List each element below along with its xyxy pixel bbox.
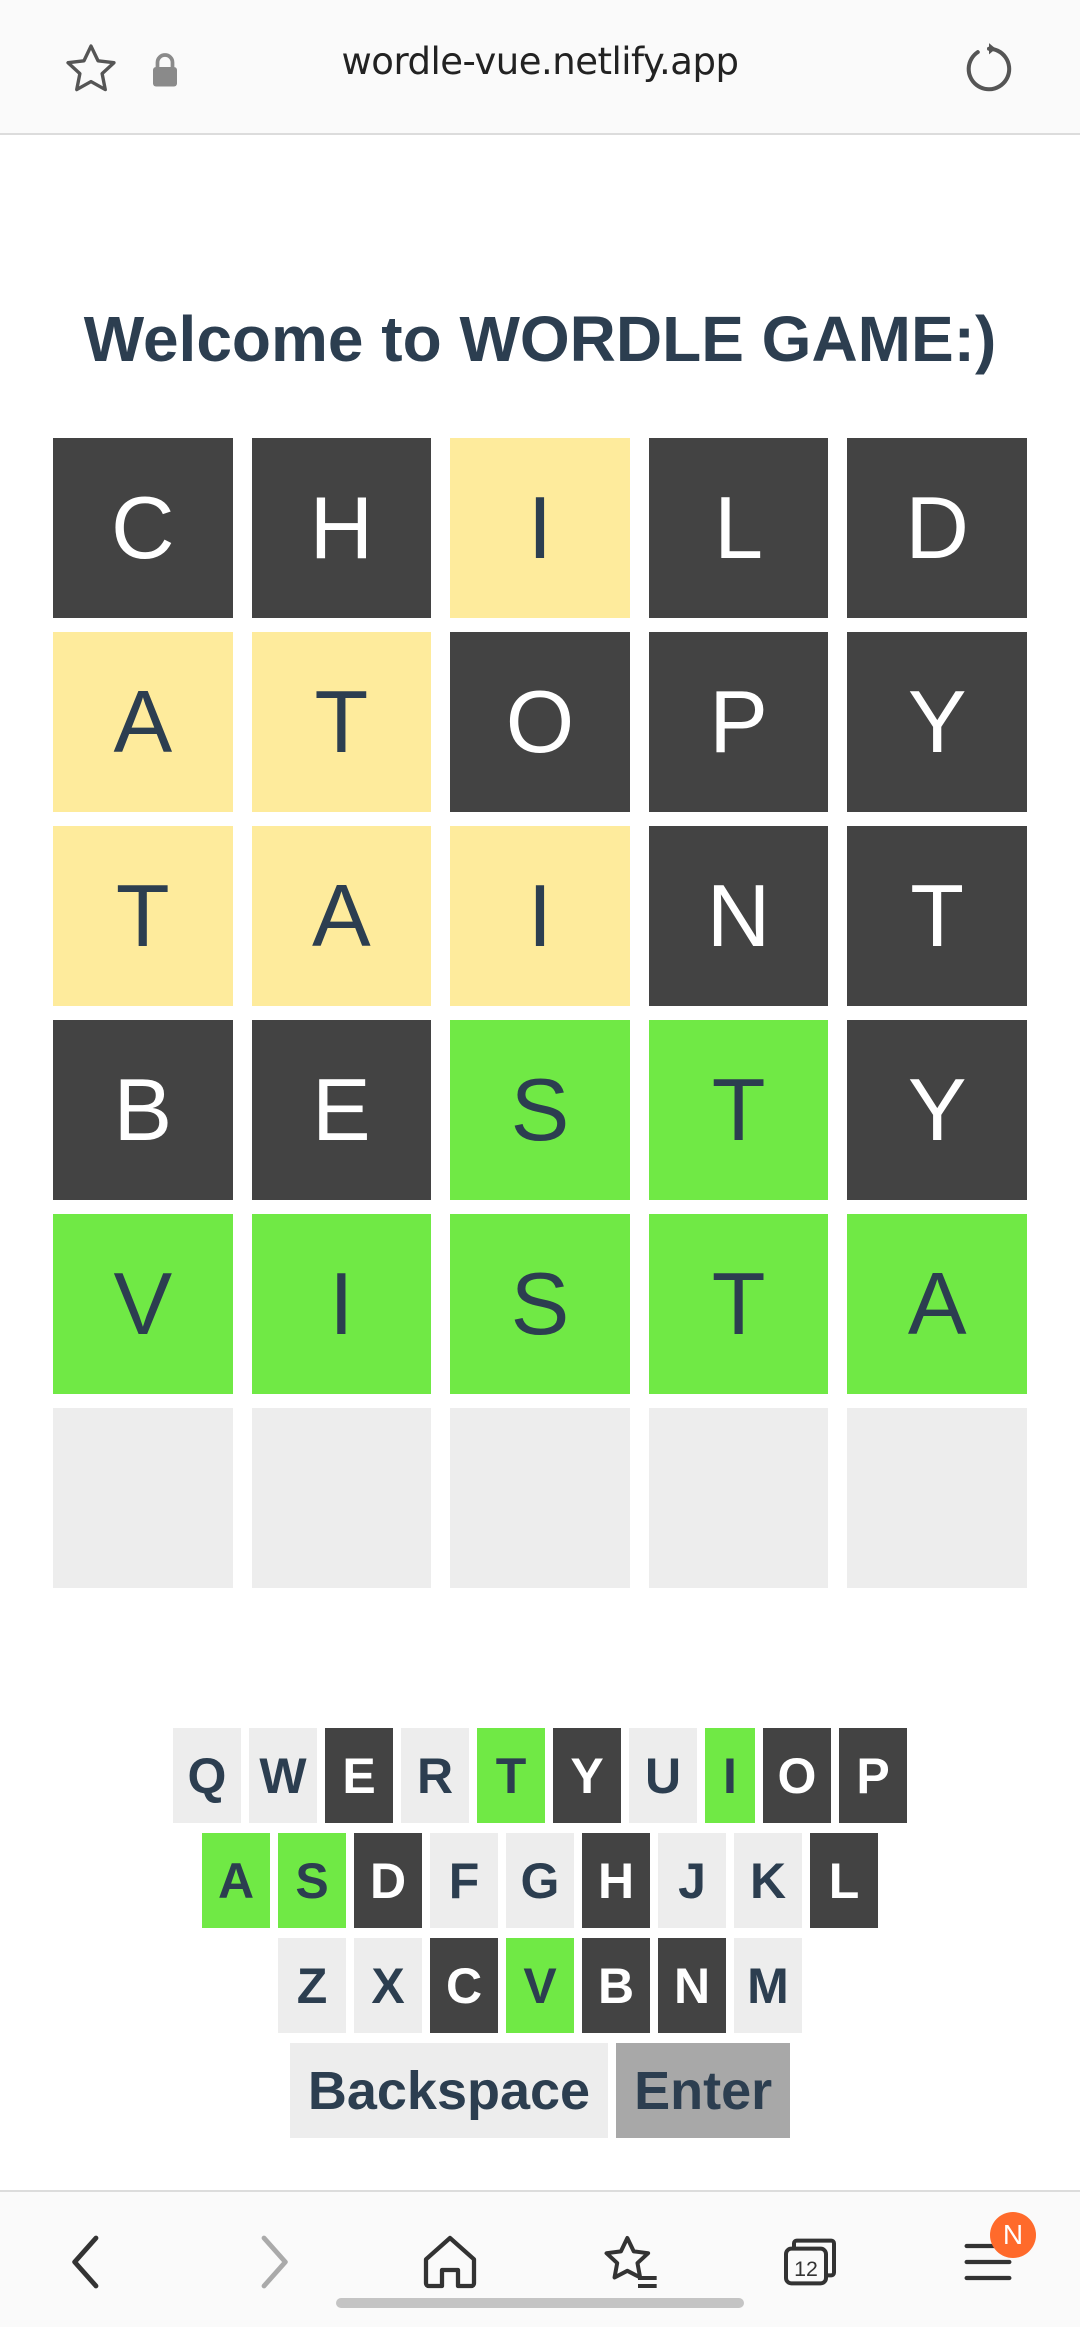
key-m[interactable]: M xyxy=(734,1938,802,2033)
board-tile xyxy=(53,1408,233,1588)
board-tile: I xyxy=(450,438,630,618)
board-tile: Y xyxy=(847,632,1027,812)
board-row: ATOPY xyxy=(53,632,1027,812)
board-tile: O xyxy=(450,632,630,812)
key-k[interactable]: K xyxy=(734,1833,802,1928)
key-w[interactable]: W xyxy=(249,1728,317,1823)
board-tile: S xyxy=(450,1214,630,1394)
key-e[interactable]: E xyxy=(325,1728,393,1823)
key-y[interactable]: Y xyxy=(553,1728,621,1823)
key-h[interactable]: H xyxy=(582,1833,650,1928)
board-row xyxy=(53,1408,1027,1588)
board-tile: Y xyxy=(847,1020,1027,1200)
board-tile: E xyxy=(251,1020,432,1200)
key-a[interactable]: A xyxy=(202,1833,270,1928)
home-icon[interactable] xyxy=(418,2230,482,2294)
board-tile xyxy=(648,1408,829,1588)
key-t[interactable]: T xyxy=(477,1728,545,1823)
board-tile: N xyxy=(648,826,829,1006)
board-tile: D xyxy=(847,438,1027,618)
keyboard-row-1: QWERTYUIOP xyxy=(0,1728,1080,1823)
board-tile: B xyxy=(53,1020,233,1200)
enter-key[interactable]: Enter xyxy=(616,2043,791,2138)
keyboard-row-2: ASDFGHJKL xyxy=(0,1833,1080,1928)
board-tile: T xyxy=(648,1020,829,1200)
board-tile xyxy=(847,1408,1027,1588)
board-tile xyxy=(251,1408,432,1588)
key-o[interactable]: O xyxy=(763,1728,831,1823)
key-b[interactable]: B xyxy=(582,1938,650,2033)
key-v[interactable]: V xyxy=(506,1938,574,2033)
key-r[interactable]: R xyxy=(401,1728,469,1823)
key-i[interactable]: I xyxy=(705,1728,755,1823)
url-text[interactable]: wordle-vue.netlify.app xyxy=(0,40,1080,83)
board-tile: T xyxy=(648,1214,829,1394)
board-tile: T xyxy=(847,826,1027,1006)
key-j[interactable]: J xyxy=(658,1833,726,1928)
key-q[interactable]: Q xyxy=(173,1728,241,1823)
board-tile: A xyxy=(251,826,432,1006)
board-tile: C xyxy=(53,438,233,618)
star-list-icon[interactable] xyxy=(598,2230,662,2294)
browser-address-bar: wordle-vue.netlify.app xyxy=(0,0,1080,135)
board-tile xyxy=(450,1408,630,1588)
key-u[interactable]: U xyxy=(629,1728,697,1823)
board-row: VISTA xyxy=(53,1214,1027,1394)
home-indicator xyxy=(336,2298,744,2308)
backspace-key[interactable]: Backspace xyxy=(289,2043,609,2138)
board-tile: T xyxy=(53,826,233,1006)
board-tile: I xyxy=(450,826,630,1006)
page-title: Welcome to WORDLE GAME:) xyxy=(83,303,997,375)
chevron-left-icon[interactable] xyxy=(56,2230,120,2294)
notification-badge: N xyxy=(990,2212,1036,2258)
board-tile: A xyxy=(53,632,233,812)
board-row: TAINT xyxy=(53,826,1027,1006)
key-l[interactable]: L xyxy=(810,1833,878,1928)
game-board: CHILDATOPYTAINTBESTYVISTA xyxy=(53,438,1027,1602)
key-d[interactable]: D xyxy=(354,1833,422,1928)
board-row: BESTY xyxy=(53,1020,1027,1200)
board-tile: S xyxy=(450,1020,630,1200)
board-tile: I xyxy=(251,1214,432,1394)
key-c[interactable]: C xyxy=(430,1938,498,2033)
board-row: CHILD xyxy=(53,438,1027,618)
board-tile: T xyxy=(251,632,432,812)
board-tile: V xyxy=(53,1214,233,1394)
key-f[interactable]: F xyxy=(430,1833,498,1928)
key-p[interactable]: P xyxy=(839,1728,907,1823)
board-tile: H xyxy=(251,438,432,618)
keyboard-row-3: ZXCVBNM xyxy=(0,1938,1080,2033)
key-s[interactable]: S xyxy=(278,1833,346,1928)
on-screen-keyboard: QWERTYUIOP ASDFGHJKL ZXCVBNM Backspace E… xyxy=(0,1728,1080,2148)
key-g[interactable]: G xyxy=(506,1833,574,1928)
chevron-right-icon[interactable] xyxy=(240,2230,304,2294)
keyboard-row-actions: Backspace Enter xyxy=(0,2043,1080,2138)
board-tile: L xyxy=(648,438,829,618)
tabs-icon[interactable]: 12 xyxy=(778,2230,842,2294)
board-tile: A xyxy=(847,1214,1027,1394)
reload-icon[interactable] xyxy=(962,42,1016,96)
key-x[interactable]: X xyxy=(354,1938,422,2033)
tab-count: 12 xyxy=(794,2257,818,2281)
key-z[interactable]: Z xyxy=(278,1938,346,2033)
key-n[interactable]: N xyxy=(658,1938,726,2033)
board-tile: P xyxy=(648,632,829,812)
